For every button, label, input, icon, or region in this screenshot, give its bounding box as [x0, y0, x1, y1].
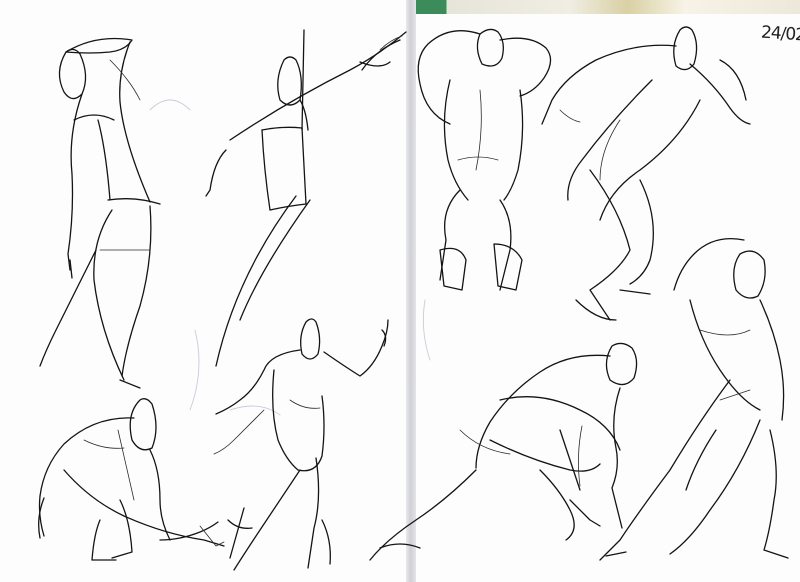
- figure-standing-left: [39, 37, 161, 389]
- date-annotation: 24/02: [760, 22, 800, 46]
- figure-lunging-top-right: [541, 26, 751, 321]
- gesture-drawings: [38, 26, 789, 571]
- figure-hands-on-head: [417, 28, 552, 291]
- figure-lunging-bottom-right: [599, 237, 789, 561]
- figure-crouching-left: [38, 398, 225, 561]
- figure-back-raised-arm: [213, 318, 389, 571]
- figure-crouching-right: [369, 342, 638, 561]
- figure-gesture-sweep: [205, 29, 407, 367]
- faint-marks: [149, 99, 431, 416]
